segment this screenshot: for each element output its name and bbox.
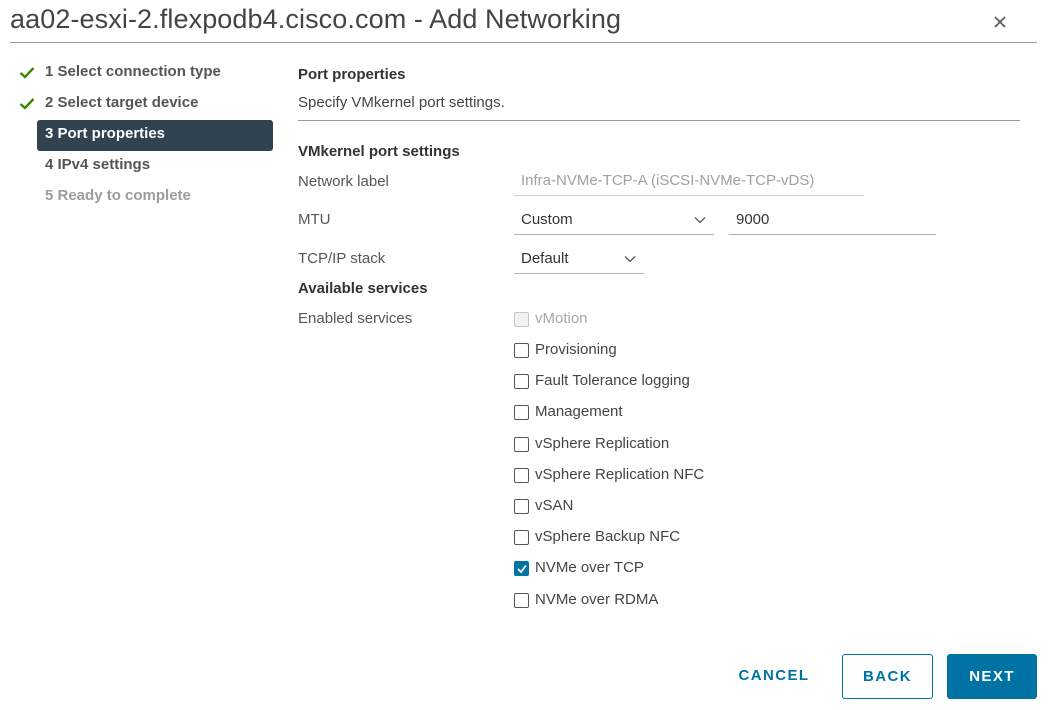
wizard-steps: 1 Select connection type 2 Select target…: [16, 58, 276, 213]
chevron-down-icon: [694, 217, 706, 224]
step-label: 4 IPv4 settings: [45, 156, 151, 173]
checkmark-icon: [19, 67, 35, 79]
mtu-value-input[interactable]: 9000: [729, 207, 936, 235]
mtu-label: MTU: [298, 211, 331, 228]
tcpip-stack-select[interactable]: Default: [514, 246, 644, 274]
step-port-properties[interactable]: 3 Port properties: [37, 120, 273, 151]
checkbox-box: [514, 312, 529, 327]
enabled-services-label: Enabled services: [298, 310, 413, 327]
checkbox-box: [514, 593, 529, 608]
checkbox-box: [514, 343, 529, 358]
header-divider: [298, 120, 1020, 121]
checkmark-icon: [19, 98, 35, 110]
cancel-button[interactable]: CANCEL: [726, 654, 822, 699]
service-label: vMotion: [535, 310, 588, 327]
network-label-label: Network label: [298, 173, 389, 190]
back-button[interactable]: BACK: [842, 654, 933, 699]
step-select-connection-type[interactable]: 1 Select connection type: [16, 58, 276, 89]
tcpip-stack-label: TCP/IP stack: [298, 250, 386, 267]
checkbox-box: [514, 468, 529, 483]
service-label: Management: [535, 403, 623, 420]
checkbox-box: [514, 374, 529, 389]
checkbox-box: [514, 405, 529, 420]
service-label: NVMe over TCP: [535, 559, 644, 576]
tcpip-stack-value: Default: [521, 250, 569, 267]
step-select-target-device[interactable]: 2 Select target device: [16, 89, 276, 120]
service-label: Fault Tolerance logging: [535, 372, 690, 389]
service-label: NVMe over RDMA: [535, 591, 659, 608]
checkbox-box: [514, 561, 529, 576]
step-ready-to-complete: 5 Ready to complete: [16, 182, 276, 213]
service-label: vSphere Backup NFC: [535, 528, 681, 545]
next-button[interactable]: NEXT: [947, 654, 1037, 699]
close-icon[interactable]: [990, 12, 1010, 32]
mtu-mode-select[interactable]: Custom: [514, 207, 714, 235]
vmkernel-section-title: VMkernel port settings: [298, 143, 460, 160]
check-icon: [517, 564, 527, 574]
step-label: 1 Select connection type: [45, 63, 221, 80]
checkbox-box: [514, 499, 529, 514]
checkbox-box: [514, 437, 529, 452]
chevron-down-icon: [624, 256, 636, 263]
services-section-title: Available services: [298, 280, 428, 297]
step-ipv4-settings[interactable]: 4 IPv4 settings: [16, 151, 276, 182]
page-heading: Port properties: [298, 66, 406, 83]
step-label: 3 Port properties: [45, 125, 166, 142]
step-label: 5 Ready to complete: [45, 187, 191, 204]
page-subtitle: Specify VMkernel port settings.: [298, 94, 505, 111]
service-label: vSAN: [535, 497, 574, 514]
service-label: vSphere Replication: [535, 435, 670, 452]
mtu-mode-value: Custom: [521, 211, 573, 228]
service-label: Provisioning: [535, 341, 617, 358]
network-label-field: Infra-NVMe-TCP-A (iSCSI-NVMe-TCP-vDS): [514, 168, 864, 196]
dialog-title: aa02-esxi-2.flexpodb4.cisco.com - Add Ne…: [10, 4, 622, 34]
service-label: vSphere Replication NFC: [535, 466, 705, 483]
title-divider: [10, 42, 1037, 43]
checkbox-box: [514, 530, 529, 545]
step-label: 2 Select target device: [45, 94, 199, 111]
